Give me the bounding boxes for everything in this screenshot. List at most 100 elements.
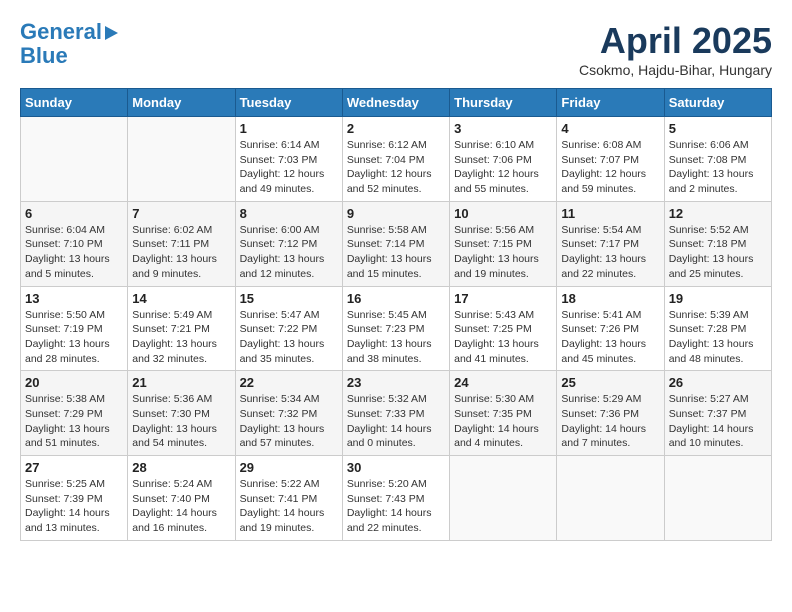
month-title: April 2025 bbox=[579, 20, 772, 62]
day-info: Sunrise: 6:14 AM Sunset: 7:03 PM Dayligh… bbox=[240, 138, 338, 197]
calendar-cell: 2 Sunrise: 6:12 AM Sunset: 7:04 PM Daylig… bbox=[342, 117, 449, 202]
day-number: 21 bbox=[132, 375, 230, 390]
day-info: Sunrise: 6:00 AM Sunset: 7:12 PM Dayligh… bbox=[240, 223, 338, 282]
calendar-cell: 23 Sunrise: 5:32 AM Sunset: 7:33 PM Dayli… bbox=[342, 371, 449, 456]
calendar-cell bbox=[557, 456, 664, 541]
header-sunday: Sunday bbox=[21, 89, 128, 117]
calendar-cell bbox=[128, 117, 235, 202]
day-info: Sunrise: 6:12 AM Sunset: 7:04 PM Dayligh… bbox=[347, 138, 445, 197]
header-friday: Friday bbox=[557, 89, 664, 117]
calendar-cell: 24 Sunrise: 5:30 AM Sunset: 7:35 PM Dayli… bbox=[450, 371, 557, 456]
header-saturday: Saturday bbox=[664, 89, 771, 117]
page-header: GeneralBlue April 2025 Csokmo, Hajdu-Bih… bbox=[20, 20, 772, 78]
header-wednesday: Wednesday bbox=[342, 89, 449, 117]
day-number: 30 bbox=[347, 460, 445, 475]
calendar-cell: 1Sunrise: 6:14 AM Sunset: 7:03 PM Daylig… bbox=[235, 117, 342, 202]
day-info: Sunrise: 5:54 AM Sunset: 7:17 PM Dayligh… bbox=[561, 223, 659, 282]
calendar-cell: 6 Sunrise: 6:04 AM Sunset: 7:10 PM Daylig… bbox=[21, 201, 128, 286]
day-number: 2 bbox=[347, 121, 445, 136]
day-info: Sunrise: 6:02 AM Sunset: 7:11 PM Dayligh… bbox=[132, 223, 230, 282]
day-number: 11 bbox=[561, 206, 659, 221]
day-info: Sunrise: 5:49 AM Sunset: 7:21 PM Dayligh… bbox=[132, 308, 230, 367]
calendar-cell: 30 Sunrise: 5:20 AM Sunset: 7:43 PM Dayli… bbox=[342, 456, 449, 541]
day-number: 19 bbox=[669, 291, 767, 306]
calendar-cell: 17Sunrise: 5:43 AM Sunset: 7:25 PM Dayli… bbox=[450, 286, 557, 371]
calendar-week-row: 13 Sunrise: 5:50 AM Sunset: 7:19 PM Dayli… bbox=[21, 286, 772, 371]
day-info: Sunrise: 5:30 AM Sunset: 7:35 PM Dayligh… bbox=[454, 392, 552, 451]
day-number: 8 bbox=[240, 206, 338, 221]
calendar-week-row: 27 Sunrise: 5:25 AM Sunset: 7:39 PM Dayli… bbox=[21, 456, 772, 541]
day-number: 17 bbox=[454, 291, 552, 306]
day-info: Sunrise: 5:27 AM Sunset: 7:37 PM Dayligh… bbox=[669, 392, 767, 451]
day-info: Sunrise: 6:06 AM Sunset: 7:08 PM Dayligh… bbox=[669, 138, 767, 197]
calendar-cell: 3Sunrise: 6:10 AM Sunset: 7:06 PM Daylig… bbox=[450, 117, 557, 202]
day-info: Sunrise: 5:22 AM Sunset: 7:41 PM Dayligh… bbox=[240, 477, 338, 536]
calendar-cell: 13 Sunrise: 5:50 AM Sunset: 7:19 PM Dayli… bbox=[21, 286, 128, 371]
day-number: 15 bbox=[240, 291, 338, 306]
calendar-week-row: 1Sunrise: 6:14 AM Sunset: 7:03 PM Daylig… bbox=[21, 117, 772, 202]
day-info: Sunrise: 5:39 AM Sunset: 7:28 PM Dayligh… bbox=[669, 308, 767, 367]
location-subtitle: Csokmo, Hajdu-Bihar, Hungary bbox=[579, 62, 772, 78]
day-info: Sunrise: 5:32 AM Sunset: 7:33 PM Dayligh… bbox=[347, 392, 445, 451]
day-number: 5 bbox=[669, 121, 767, 136]
day-number: 9 bbox=[347, 206, 445, 221]
calendar-cell: 26 Sunrise: 5:27 AM Sunset: 7:37 PM Dayli… bbox=[664, 371, 771, 456]
calendar-cell: 10 Sunrise: 5:56 AM Sunset: 7:15 PM Dayli… bbox=[450, 201, 557, 286]
calendar-cell: 16 Sunrise: 5:45 AM Sunset: 7:23 PM Dayli… bbox=[342, 286, 449, 371]
day-info: Sunrise: 5:25 AM Sunset: 7:39 PM Dayligh… bbox=[25, 477, 123, 536]
calendar-cell: 20Sunrise: 5:38 AM Sunset: 7:29 PM Dayli… bbox=[21, 371, 128, 456]
calendar-cell: 9 Sunrise: 5:58 AM Sunset: 7:14 PM Daylig… bbox=[342, 201, 449, 286]
day-info: Sunrise: 5:50 AM Sunset: 7:19 PM Dayligh… bbox=[25, 308, 123, 367]
day-info: Sunrise: 5:58 AM Sunset: 7:14 PM Dayligh… bbox=[347, 223, 445, 282]
day-number: 12 bbox=[669, 206, 767, 221]
day-number: 24 bbox=[454, 375, 552, 390]
logo-text: GeneralBlue bbox=[20, 19, 102, 68]
day-number: 10 bbox=[454, 206, 552, 221]
calendar-table: SundayMondayTuesdayWednesdayThursdayFrid… bbox=[20, 88, 772, 541]
day-number: 14 bbox=[132, 291, 230, 306]
calendar-cell: 21 Sunrise: 5:36 AM Sunset: 7:30 PM Dayli… bbox=[128, 371, 235, 456]
day-number: 27 bbox=[25, 460, 123, 475]
day-number: 6 bbox=[25, 206, 123, 221]
day-info: Sunrise: 5:36 AM Sunset: 7:30 PM Dayligh… bbox=[132, 392, 230, 451]
day-info: Sunrise: 5:34 AM Sunset: 7:32 PM Dayligh… bbox=[240, 392, 338, 451]
calendar-cell: 22 Sunrise: 5:34 AM Sunset: 7:32 PM Dayli… bbox=[235, 371, 342, 456]
day-number: 13 bbox=[25, 291, 123, 306]
day-number: 20 bbox=[25, 375, 123, 390]
day-number: 22 bbox=[240, 375, 338, 390]
day-number: 26 bbox=[669, 375, 767, 390]
day-number: 16 bbox=[347, 291, 445, 306]
calendar-cell: 7 Sunrise: 6:02 AM Sunset: 7:11 PM Daylig… bbox=[128, 201, 235, 286]
logo: GeneralBlue bbox=[20, 20, 102, 68]
calendar-cell: 19 Sunrise: 5:39 AM Sunset: 7:28 PM Dayli… bbox=[664, 286, 771, 371]
calendar-cell: 12 Sunrise: 5:52 AM Sunset: 7:18 PM Dayli… bbox=[664, 201, 771, 286]
day-info: Sunrise: 5:20 AM Sunset: 7:43 PM Dayligh… bbox=[347, 477, 445, 536]
day-info: Sunrise: 5:41 AM Sunset: 7:26 PM Dayligh… bbox=[561, 308, 659, 367]
calendar-cell: 27 Sunrise: 5:25 AM Sunset: 7:39 PM Dayli… bbox=[21, 456, 128, 541]
calendar-header-row: SundayMondayTuesdayWednesdayThursdayFrid… bbox=[21, 89, 772, 117]
calendar-week-row: 6 Sunrise: 6:04 AM Sunset: 7:10 PM Daylig… bbox=[21, 201, 772, 286]
calendar-week-row: 20Sunrise: 5:38 AM Sunset: 7:29 PM Dayli… bbox=[21, 371, 772, 456]
calendar-cell bbox=[664, 456, 771, 541]
day-info: Sunrise: 5:24 AM Sunset: 7:40 PM Dayligh… bbox=[132, 477, 230, 536]
day-info: Sunrise: 6:10 AM Sunset: 7:06 PM Dayligh… bbox=[454, 138, 552, 197]
calendar-cell: 25Sunrise: 5:29 AM Sunset: 7:36 PM Dayli… bbox=[557, 371, 664, 456]
calendar-cell bbox=[450, 456, 557, 541]
day-number: 7 bbox=[132, 206, 230, 221]
day-info: Sunrise: 5:45 AM Sunset: 7:23 PM Dayligh… bbox=[347, 308, 445, 367]
day-info: Sunrise: 5:47 AM Sunset: 7:22 PM Dayligh… bbox=[240, 308, 338, 367]
calendar-cell: 29Sunrise: 5:22 AM Sunset: 7:41 PM Dayli… bbox=[235, 456, 342, 541]
day-number: 28 bbox=[132, 460, 230, 475]
day-number: 25 bbox=[561, 375, 659, 390]
header-tuesday: Tuesday bbox=[235, 89, 342, 117]
day-number: 18 bbox=[561, 291, 659, 306]
calendar-cell: 11 Sunrise: 5:54 AM Sunset: 7:17 PM Dayli… bbox=[557, 201, 664, 286]
day-number: 23 bbox=[347, 375, 445, 390]
day-info: Sunrise: 6:04 AM Sunset: 7:10 PM Dayligh… bbox=[25, 223, 123, 282]
header-thursday: Thursday bbox=[450, 89, 557, 117]
day-info: Sunrise: 5:56 AM Sunset: 7:15 PM Dayligh… bbox=[454, 223, 552, 282]
day-info: Sunrise: 5:52 AM Sunset: 7:18 PM Dayligh… bbox=[669, 223, 767, 282]
calendar-cell: 14 Sunrise: 5:49 AM Sunset: 7:21 PM Dayli… bbox=[128, 286, 235, 371]
calendar-cell: 18 Sunrise: 5:41 AM Sunset: 7:26 PM Dayli… bbox=[557, 286, 664, 371]
calendar-cell: 8 Sunrise: 6:00 AM Sunset: 7:12 PM Daylig… bbox=[235, 201, 342, 286]
